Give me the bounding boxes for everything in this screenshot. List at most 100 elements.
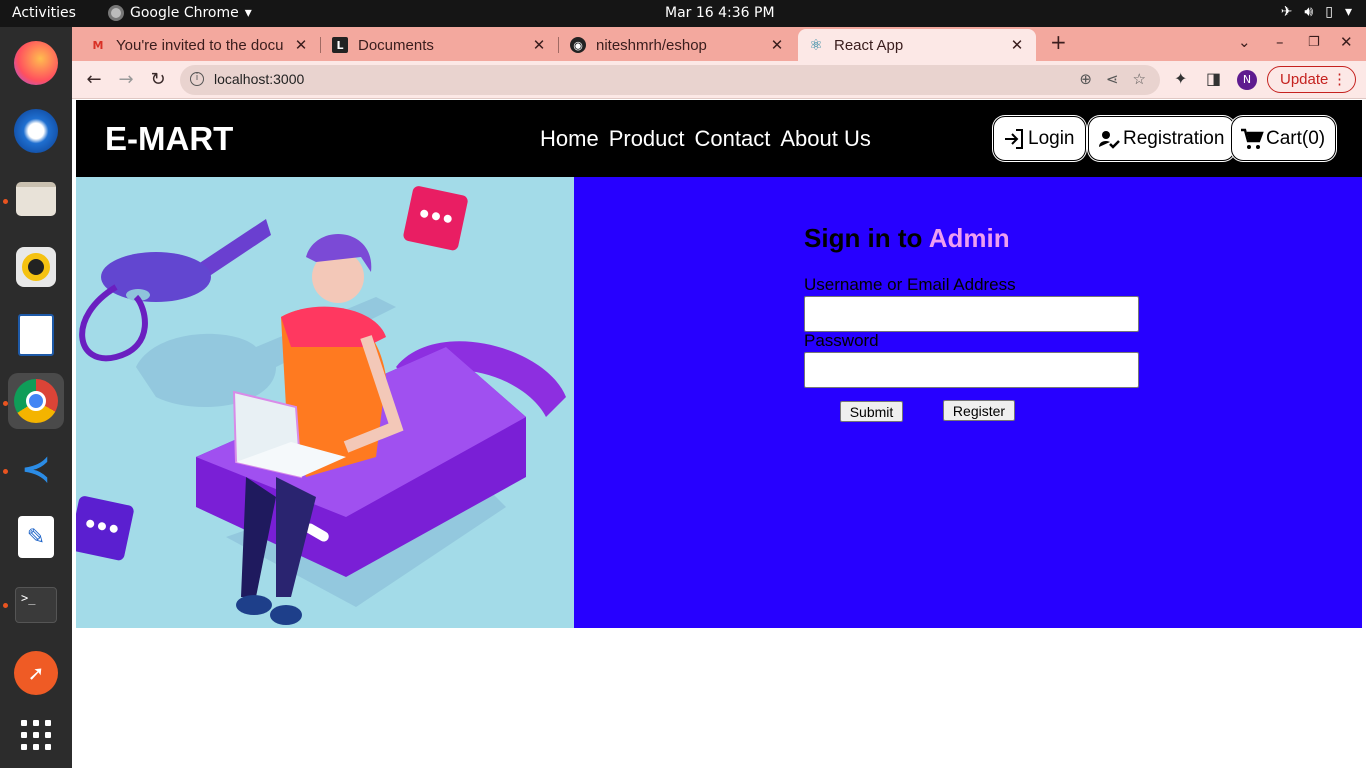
- update-label: Update: [1280, 71, 1329, 88]
- vscode-icon: ≺: [20, 448, 52, 490]
- volume-icon: 🔊︎: [1304, 4, 1314, 20]
- profile-avatar[interactable]: N: [1237, 70, 1257, 90]
- dock-vscode[interactable]: ≺: [8, 441, 64, 497]
- dock-firefox[interactable]: [8, 35, 64, 91]
- dock-thunderbird[interactable]: [8, 103, 64, 159]
- password-input[interactable]: [804, 352, 1139, 388]
- window-close-icon[interactable]: ✕: [1340, 33, 1353, 51]
- site-info-icon[interactable]: i: [190, 72, 204, 86]
- app-menu[interactable]: Google Chrome ▾: [108, 5, 252, 21]
- activities-button[interactable]: Activities: [12, 5, 76, 21]
- restore-icon[interactable]: ❐: [1308, 35, 1320, 50]
- airplane-icon: ✈: [1280, 4, 1293, 20]
- extensions-icon[interactable]: ✦: [1174, 69, 1187, 88]
- thunderbird-icon: [14, 109, 58, 153]
- app-grid-icon: [21, 720, 51, 750]
- more-menu-icon: ⋮: [1332, 71, 1347, 88]
- side-panel-icon[interactable]: ◨: [1206, 69, 1221, 88]
- documents-icon: L: [332, 37, 348, 53]
- update-button[interactable]: Update ⋮: [1267, 66, 1356, 93]
- tab-documents[interactable]: L Documents ✕: [322, 29, 558, 61]
- user-check-icon: [1097, 127, 1121, 151]
- new-tab-icon[interactable]: +: [1050, 30, 1067, 54]
- minimize-icon[interactable]: –: [1276, 33, 1284, 51]
- clock[interactable]: Mar 16 4:36 PM: [665, 5, 775, 21]
- registration-label: Registration: [1123, 127, 1225, 149]
- github-icon: ◉: [570, 37, 586, 53]
- dock-text-editor[interactable]: ✎: [8, 509, 64, 565]
- dock: ≺ ✎ >_ ➚: [0, 27, 72, 768]
- site-brand[interactable]: E-MART: [105, 120, 233, 158]
- rhythmbox-icon: [16, 247, 56, 287]
- postman-icon: ➚: [14, 651, 58, 695]
- submit-button[interactable]: Submit: [840, 401, 903, 422]
- chrome-icon: [14, 379, 58, 423]
- files-icon: [16, 182, 56, 216]
- signin-title-accent: Admin: [928, 223, 1010, 253]
- libreoffice-writer-icon: [18, 314, 54, 356]
- login-icon: [1002, 127, 1026, 151]
- firefox-icon: [14, 41, 58, 85]
- username-label: Username or Email Address: [804, 275, 1016, 294]
- gmail-icon: M: [92, 38, 104, 52]
- url-text[interactable]: localhost:3000: [214, 71, 304, 87]
- close-icon[interactable]: ✕: [1008, 36, 1026, 54]
- login-button[interactable]: Login: [993, 116, 1086, 161]
- dock-chrome[interactable]: [8, 373, 64, 429]
- signin-title-prefix: Sign in to: [804, 223, 923, 253]
- nav-about-us[interactable]: About Us: [780, 126, 871, 152]
- tab-separator: [320, 37, 321, 53]
- cart-label: Cart(0): [1266, 127, 1326, 149]
- text-editor-icon: ✎: [18, 516, 54, 558]
- address-bar[interactable]: i localhost:3000 ⊕ ⋖ ☆: [180, 65, 1160, 95]
- dock-app-grid[interactable]: [8, 707, 64, 763]
- terminal-icon: >_: [15, 587, 57, 623]
- cart-button[interactable]: Cart(0): [1231, 116, 1337, 161]
- browser-toolbar: ← → ↻ i localhost:3000 ⊕ ⋖ ☆ ✦ ◨ N Updat…: [72, 61, 1366, 99]
- dock-files[interactable]: [8, 171, 64, 227]
- dock-writer[interactable]: [8, 307, 64, 363]
- react-icon: ⚛: [809, 36, 823, 54]
- system-tray[interactable]: ✈ 🔊︎ ▯ ▾: [1281, 4, 1352, 20]
- cart-icon: [1240, 127, 1264, 151]
- tab-gmail[interactable]: M You're invited to the docu ✕: [80, 29, 320, 61]
- share-icon[interactable]: ⋖: [1106, 70, 1119, 88]
- password-label: Password: [804, 331, 879, 350]
- back-icon[interactable]: ←: [83, 69, 105, 90]
- forward-icon[interactable]: →: [115, 69, 137, 90]
- register-button[interactable]: Register: [943, 400, 1015, 421]
- tab-title: niteshmrh/eshop: [596, 36, 707, 54]
- close-icon[interactable]: ✕: [292, 36, 310, 54]
- bookmark-star-icon[interactable]: ☆: [1133, 70, 1146, 88]
- tab-strip: M You're invited to the docu ✕ L Documen…: [72, 27, 1366, 61]
- tab-react-app[interactable]: ⚛ React App ✕: [798, 29, 1036, 61]
- signin-panel: Sign in to Admin Username or Email Addre…: [574, 177, 1362, 628]
- system-top-bar: Activities Google Chrome ▾ Mar 16 4:36 P…: [0, 0, 1366, 27]
- chrome-mini-icon: [108, 5, 124, 21]
- nav-product[interactable]: Product: [609, 126, 685, 152]
- registration-button[interactable]: Registration: [1088, 116, 1236, 161]
- close-icon[interactable]: ✕: [530, 36, 548, 54]
- dock-postman[interactable]: ➚: [8, 645, 64, 701]
- tab-title: React App: [834, 36, 904, 54]
- login-label: Login: [1028, 127, 1075, 149]
- login-illustration: [76, 177, 574, 628]
- close-icon[interactable]: ✕: [768, 36, 786, 54]
- site-navbar: E-MART Home Product Contact About Us Log…: [76, 100, 1362, 177]
- dock-terminal[interactable]: >_: [8, 577, 64, 633]
- username-input[interactable]: [804, 296, 1139, 332]
- app-menu-label: Google Chrome: [130, 5, 239, 21]
- caret-down-icon: ▾: [244, 5, 252, 21]
- dock-rhythmbox[interactable]: [8, 239, 64, 295]
- tab-title: You're invited to the docu: [116, 36, 284, 54]
- tab-github[interactable]: ◉ niteshmrh/eshop ✕: [560, 29, 796, 61]
- tab-search-icon[interactable]: ⌄: [1238, 33, 1251, 51]
- page-viewport: E-MART Home Product Contact About Us Log…: [72, 100, 1366, 768]
- signin-title: Sign in to Admin: [804, 223, 1010, 254]
- tab-separator: [558, 37, 559, 53]
- reload-icon[interactable]: ↻: [147, 69, 169, 90]
- nav-home[interactable]: Home: [540, 126, 599, 152]
- battery-icon: ▯: [1325, 4, 1333, 20]
- zoom-icon[interactable]: ⊕: [1079, 70, 1092, 88]
- nav-contact[interactable]: Contact: [695, 126, 771, 152]
